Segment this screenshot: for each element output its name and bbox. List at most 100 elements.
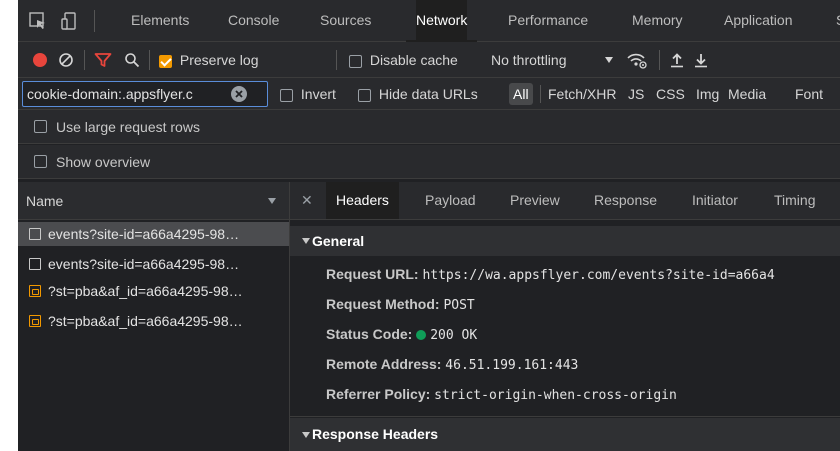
- response-headers-title: Response Headers: [312, 426, 439, 442]
- preserve-log-label: Preserve log: [179, 52, 259, 68]
- general-title: General: [312, 233, 365, 249]
- status-code-value: 200 OK: [430, 328, 478, 343]
- tab-initiator[interactable]: Initiator: [692, 182, 738, 219]
- remote-address-value: 46.51.199.161:443: [445, 358, 579, 373]
- column-name-label: Name: [26, 193, 64, 209]
- expand-triangle-icon: [302, 238, 310, 244]
- divider: [149, 50, 150, 70]
- tab-application[interactable]: Application: [724, 0, 793, 41]
- export-har-icon[interactable]: [694, 52, 708, 68]
- divider: [84, 50, 85, 70]
- name-column-header[interactable]: Name: [18, 182, 289, 220]
- record-icon[interactable]: [33, 53, 47, 67]
- request-method-label: Request Method:: [326, 296, 440, 312]
- tab-preview[interactable]: Preview: [510, 182, 560, 219]
- tab-console[interactable]: Console: [228, 0, 279, 41]
- invert-checkbox[interactable]: [280, 88, 293, 102]
- preserve-log-toggle[interactable]: Preserve log: [159, 42, 258, 78]
- overview-checkbox[interactable]: [34, 155, 47, 168]
- image-icon: [29, 285, 41, 297]
- panel-tabs-bar: Elements Console Sources Network Perform…: [18, 0, 840, 42]
- tab-more[interactable]: S: [836, 0, 840, 41]
- request-row[interactable]: ?st=pba&af_id=a66a4295-98…: [18, 309, 289, 333]
- hide-data-urls-checkbox[interactable]: [358, 88, 371, 102]
- large-rows-option[interactable]: Use large request rows: [18, 110, 840, 144]
- remote-address-label: Remote Address:: [326, 356, 442, 372]
- tab-headers[interactable]: Headers: [326, 182, 399, 219]
- overview-option[interactable]: Show overview: [18, 145, 840, 179]
- request-name: events?site-id=a66a4295-98…: [48, 256, 240, 272]
- request-name: ?st=pba&af_id=a66a4295-98…: [48, 283, 243, 299]
- devtools-window: Elements Console Sources Network Perform…: [0, 0, 840, 451]
- referrer-policy-row: Referrer Policy: strict-origin-when-cros…: [326, 384, 677, 404]
- request-row[interactable]: events?site-id=a66a4295-98…: [18, 252, 289, 276]
- large-rows-checkbox[interactable]: [34, 120, 47, 133]
- device-toolbar-icon[interactable]: [60, 11, 80, 31]
- large-rows-label: Use large request rows: [56, 119, 200, 135]
- divider: [290, 416, 840, 417]
- status-ok-icon: [416, 330, 427, 340]
- disable-cache-checkbox[interactable]: [349, 54, 362, 68]
- filter-type-all[interactable]: All: [509, 83, 533, 105]
- hide-data-urls-toggle[interactable]: Hide data URLs: [358, 78, 478, 110]
- request-row[interactable]: ?st=pba&af_id=a66a4295-98…: [18, 279, 289, 303]
- disable-cache-label: Disable cache: [369, 52, 458, 68]
- filter-icon[interactable]: [94, 52, 112, 68]
- chevron-down-icon[interactable]: [605, 57, 613, 63]
- network-conditions-icon[interactable]: [626, 50, 648, 70]
- throttling-select[interactable]: No throttling: [491, 42, 566, 78]
- tab-memory[interactable]: Memory: [632, 0, 683, 41]
- filter-type-img[interactable]: Img: [696, 78, 719, 110]
- invert-label: Invert: [300, 86, 336, 102]
- general-section-header[interactable]: General: [290, 226, 840, 256]
- request-url-label: Request URL:: [326, 266, 419, 282]
- details-tabs: ✕ Headers Payload Preview Response Initi…: [290, 182, 840, 220]
- divider: [336, 50, 337, 70]
- tab-elements[interactable]: Elements: [131, 0, 189, 41]
- clear-icon[interactable]: [58, 52, 74, 68]
- request-list: Name events?site-id=a66a4295-98… events?…: [18, 182, 290, 451]
- status-code-label: Status Code:: [326, 326, 413, 342]
- filter-field[interactable]: [22, 81, 268, 107]
- divider: [94, 10, 95, 32]
- filter-type-css[interactable]: CSS: [656, 78, 685, 110]
- overview-label: Show overview: [56, 154, 151, 170]
- search-icon[interactable]: [124, 52, 140, 68]
- close-icon[interactable]: ✕: [301, 182, 313, 218]
- tab-network[interactable]: Network: [405, 0, 478, 42]
- response-headers-section-header[interactable]: Response Headers: [290, 418, 840, 451]
- throttling-value: No throttling: [491, 52, 567, 68]
- invert-toggle[interactable]: Invert: [280, 78, 336, 110]
- request-url-row: Request URL: https://wa.appsflyer.com/ev…: [326, 264, 775, 284]
- filter-type-js[interactable]: JS: [628, 78, 644, 110]
- referrer-policy-label: Referrer Policy:: [326, 386, 431, 402]
- remote-address-row: Remote Address: 46.51.199.161:443: [326, 354, 578, 374]
- divider: [540, 85, 541, 103]
- status-code-row: Status Code: 200 OK: [326, 324, 477, 344]
- preserve-log-checkbox[interactable]: [159, 54, 172, 68]
- tab-sources[interactable]: Sources: [320, 0, 371, 41]
- inspect-element-icon[interactable]: [28, 11, 48, 31]
- request-method-value: POST: [443, 298, 475, 313]
- tab-timing[interactable]: Timing: [774, 182, 816, 219]
- filter-bar: Invert Hide data URLs All Fetch/XHR JS C…: [18, 78, 840, 110]
- request-name: events?site-id=a66a4295-98…: [48, 226, 240, 242]
- clear-filter-icon[interactable]: [231, 86, 247, 102]
- sort-arrow-icon[interactable]: [268, 198, 276, 204]
- left-margin: [0, 0, 18, 451]
- tab-response[interactable]: Response: [594, 182, 657, 219]
- tab-payload[interactable]: Payload: [425, 182, 476, 219]
- document-icon: [29, 258, 41, 270]
- filter-input[interactable]: [27, 82, 227, 106]
- filter-type-media[interactable]: Media: [728, 78, 766, 110]
- filter-type-font[interactable]: Font: [795, 78, 823, 110]
- disable-cache-toggle[interactable]: Disable cache: [349, 42, 458, 78]
- request-details: ✕ Headers Payload Preview Response Initi…: [290, 182, 840, 451]
- tab-performance[interactable]: Performance: [508, 0, 588, 41]
- import-har-icon[interactable]: [670, 52, 684, 68]
- request-row[interactable]: events?site-id=a66a4295-98…: [18, 222, 289, 246]
- document-icon: [29, 228, 41, 240]
- filter-type-fetch-xhr[interactable]: Fetch/XHR: [548, 78, 616, 110]
- request-method-row: Request Method: POST: [326, 294, 475, 314]
- hide-data-urls-label: Hide data URLs: [378, 86, 478, 102]
